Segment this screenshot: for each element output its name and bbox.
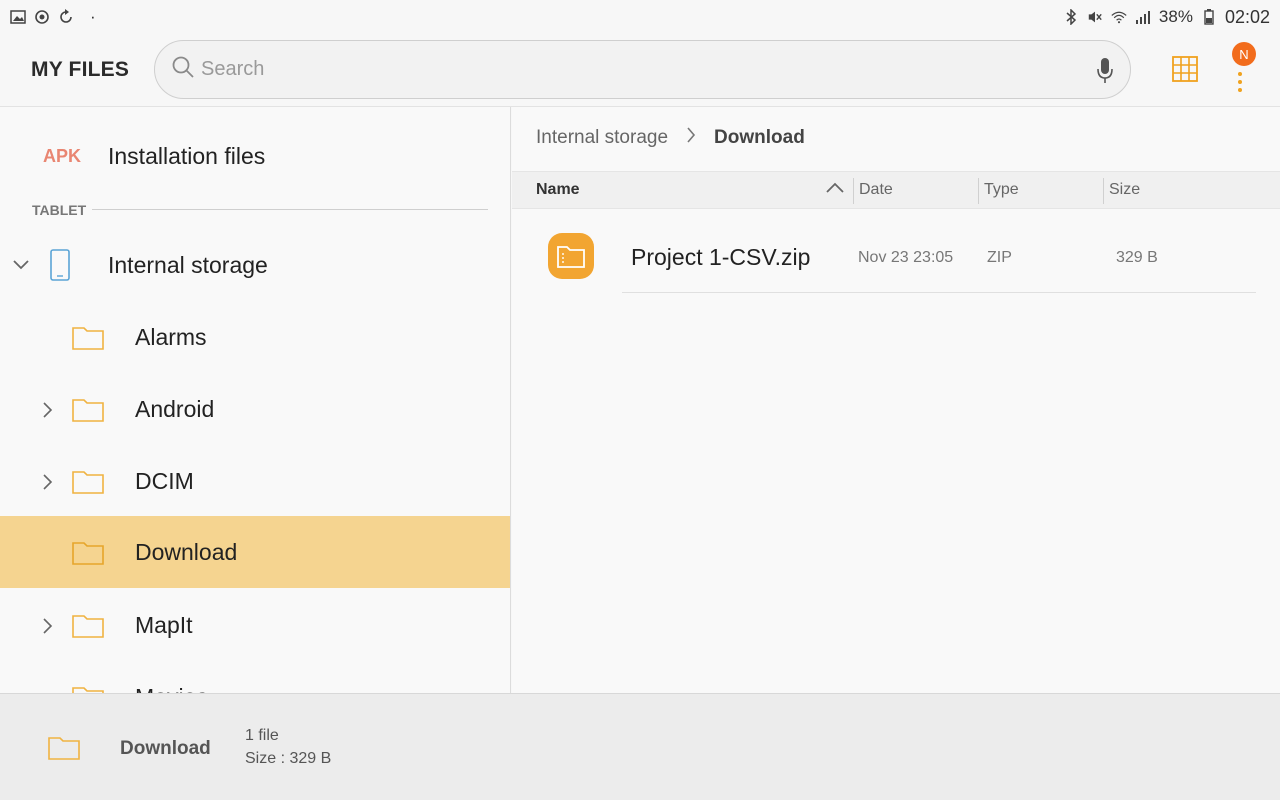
battery-icon: [1201, 9, 1217, 25]
folder-label: Android: [135, 395, 215, 422]
file-name: Project 1-CSV.zip: [631, 244, 811, 270]
chevron-right-icon[interactable]: [41, 618, 55, 634]
folder-label: MapIt: [135, 611, 193, 638]
zip-file-icon: [548, 233, 594, 279]
sidebar-item-download[interactable]: Download: [0, 516, 510, 588]
chevron-right-icon[interactable]: [41, 402, 55, 418]
sidebar-item-label: Installation files: [108, 142, 266, 169]
search-icon: [171, 55, 195, 84]
more-options-icon[interactable]: [1237, 72, 1243, 96]
column-type[interactable]: Type: [984, 181, 1019, 199]
file-type: ZIP: [987, 249, 1012, 266]
sort-ascending-icon[interactable]: [825, 181, 845, 199]
column-divider: [978, 178, 979, 204]
folder-label: Movies: [135, 684, 208, 694]
breadcrumb: Internal storage Download: [536, 127, 805, 149]
sidebar-item-label: Internal storage: [108, 251, 268, 278]
search-bar[interactable]: [154, 40, 1131, 99]
tablet-icon: [50, 249, 70, 286]
status-bar: · 38% 02:02: [0, 0, 1280, 34]
folder-icon: [72, 324, 104, 350]
bluetooth-icon: [1063, 9, 1079, 25]
refresh-icon: [58, 9, 74, 25]
file-size: 329 B: [1116, 249, 1158, 266]
grid-view-button[interactable]: [1172, 56, 1202, 86]
chevron-right-icon: [686, 127, 696, 149]
folder-icon: [72, 468, 104, 494]
grid-icon: [1172, 56, 1198, 86]
signal-icon: [1135, 9, 1151, 25]
file-date: Nov 23 23:05: [858, 249, 954, 266]
column-date[interactable]: Date: [859, 181, 893, 199]
folder-icon: [72, 684, 104, 693]
divider: [92, 209, 488, 210]
sidebar: APK Installation files TABLET Internal s…: [0, 107, 511, 693]
sidebar-item-dcim[interactable]: DCIM: [0, 445, 510, 517]
mute-icon: [1087, 9, 1103, 25]
wifi-icon: [1111, 9, 1127, 25]
folder-label: Download: [135, 538, 238, 565]
status-right: 38% 02:02: [1063, 7, 1270, 28]
file-list-pane: Internal storage Download Name Date Type…: [512, 107, 1280, 693]
app-bar: MY FILES N: [0, 34, 1280, 107]
sidebar-item-internal-storage[interactable]: Internal storage: [0, 229, 510, 301]
column-size[interactable]: Size: [1109, 181, 1140, 199]
footer-folder-name: Download: [120, 738, 211, 759]
divider: [622, 292, 1256, 293]
notification-badge: N: [1232, 42, 1256, 66]
column-divider: [1103, 178, 1104, 204]
chevron-right-icon[interactable]: [41, 474, 55, 490]
folder-label: Alarms: [135, 323, 207, 350]
column-divider: [853, 178, 854, 204]
folder-label: DCIM: [135, 467, 194, 494]
status-left: ·: [10, 7, 96, 27]
clock: 02:02: [1224, 6, 1270, 27]
sidebar-item-android[interactable]: Android: [0, 373, 510, 445]
column-header: Name Date Type Size: [512, 171, 1280, 209]
column-name[interactable]: Name: [536, 181, 580, 199]
chevron-down-icon[interactable]: [12, 258, 29, 272]
section-heading: TABLET: [32, 202, 87, 218]
folder-icon: [72, 396, 104, 422]
app-title: MY FILES: [31, 58, 130, 81]
folder-icon: [72, 612, 104, 638]
sync-icon: [34, 9, 50, 25]
folder-icon: [48, 734, 80, 765]
battery-percent: 38%: [1158, 7, 1193, 26]
sidebar-item-alarms[interactable]: Alarms: [0, 301, 510, 373]
gallery-icon: [10, 9, 26, 25]
microphone-icon[interactable]: [1096, 57, 1114, 90]
apk-tag: APK: [43, 145, 82, 166]
sidebar-item-mapit[interactable]: MapIt: [0, 589, 510, 661]
notification-dot: ·: [90, 7, 96, 26]
breadcrumb-item-internal-storage[interactable]: Internal storage: [536, 127, 668, 149]
folder-icon: [72, 539, 104, 565]
search-input[interactable]: [201, 58, 1061, 81]
sidebar-item-installation-files[interactable]: APK Installation files: [0, 120, 510, 192]
breadcrumb-item-download: Download: [714, 127, 805, 148]
footer-file-count: 1 file: [245, 727, 279, 744]
details-footer: Download 1 file Size : 329 B: [0, 693, 1280, 800]
footer-size: Size : 329 B: [245, 750, 332, 767]
file-row[interactable]: Project 1-CSV.zip Nov 23 23:05 ZIP 329 B: [512, 211, 1280, 293]
sidebar-item-movies[interactable]: Movies: [0, 661, 510, 694]
